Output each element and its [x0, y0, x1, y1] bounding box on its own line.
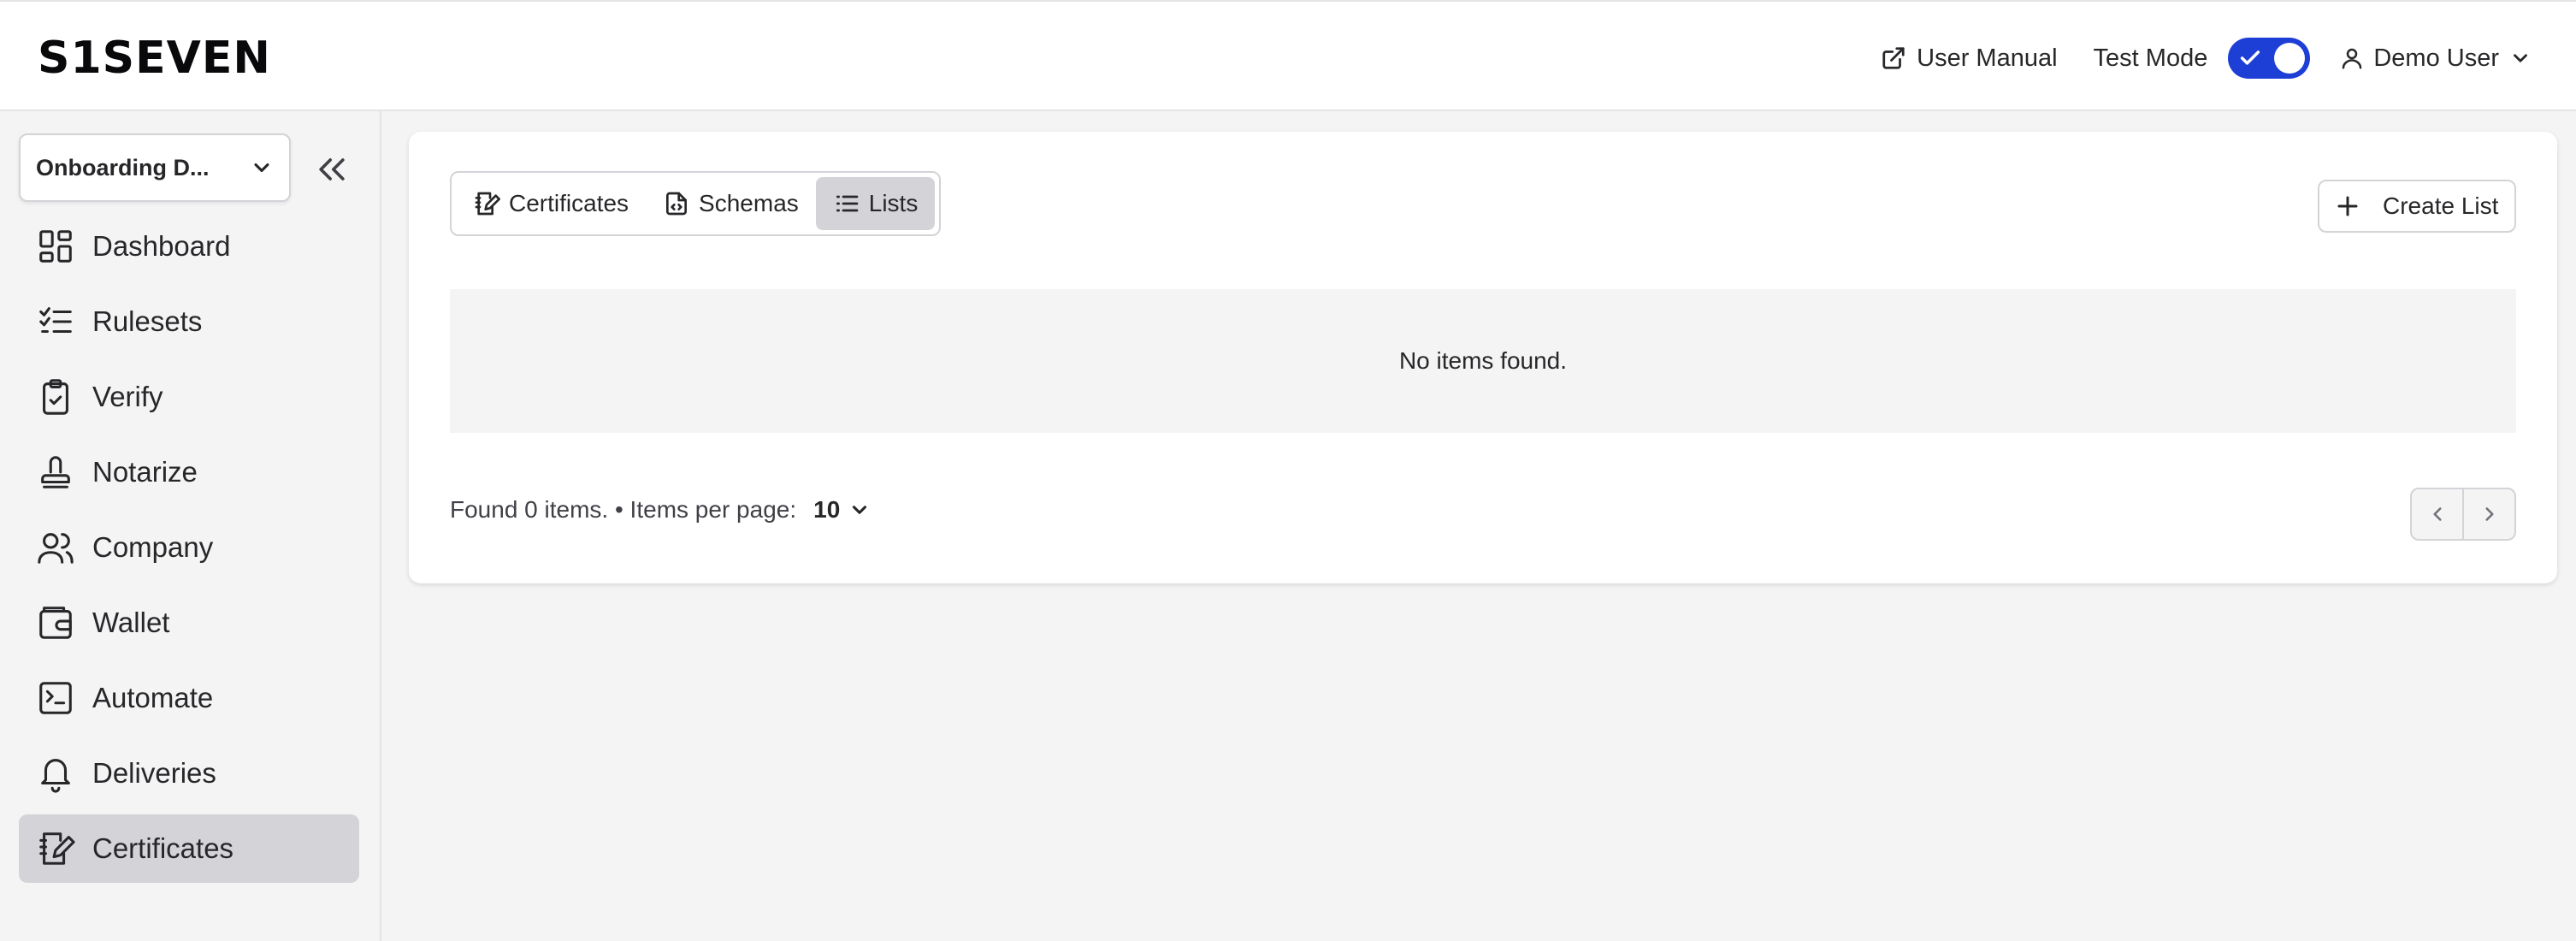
sidebar-item-label: Rulesets — [92, 305, 203, 337]
user-icon — [2343, 48, 2362, 69]
toggle-knob — [2274, 43, 2306, 74]
clipboard-check-icon — [43, 379, 68, 415]
sidebar: Onboarding D... Dashboard Rulesets Verif… — [0, 111, 381, 941]
chevron-right-icon — [2484, 507, 2494, 521]
found-items-text: Found 0 items. • Items per page: — [450, 496, 797, 523]
user-name: Demo User — [2373, 44, 2499, 72]
sidebar-item-label: Automate — [92, 682, 214, 713]
create-list-label: Create List — [2383, 192, 2499, 219]
chevron-left-icon — [2432, 507, 2442, 521]
organization-select[interactable]: Onboarding D... — [19, 133, 291, 202]
organization-name: Onboarding D... — [36, 154, 210, 181]
lists-card: Certificates Schemas Lists Create List N… — [409, 132, 2557, 583]
top-bar: S1SEVEN User Manual Test Mode Demo User — [0, 0, 2576, 111]
collapse-sidebar-icon[interactable] — [313, 151, 351, 188]
wallet-icon — [39, 607, 72, 639]
sidebar-item-automate[interactable]: Automate — [19, 664, 359, 732]
tab-label: Lists — [868, 190, 919, 216]
pagination-summary: Found 0 items. • Items per page: 10 — [450, 491, 871, 529]
sidebar-item-label: Certificates — [92, 832, 234, 864]
sidebar-item-rulesets[interactable]: Rulesets — [19, 287, 359, 356]
terminal-icon — [39, 682, 72, 714]
tab-schemas[interactable]: Schemas — [646, 177, 816, 230]
chevron-down-icon — [2514, 54, 2527, 62]
create-list-button[interactable]: Create List — [2318, 180, 2516, 233]
dashboard-icon — [39, 230, 72, 263]
sidebar-item-dashboard[interactable]: Dashboard — [19, 212, 359, 281]
bell-icon — [41, 759, 70, 793]
external-link-icon — [1882, 47, 1905, 69]
app-logo[interactable]: S1SEVEN — [38, 33, 271, 84]
previous-page-button[interactable] — [2412, 489, 2462, 539]
users-icon — [38, 533, 74, 564]
items-per-page-value: 10 — [813, 496, 841, 523]
tab-lists[interactable]: Lists — [815, 177, 936, 230]
tab-label: Schemas — [699, 190, 799, 216]
next-page-button[interactable] — [2462, 489, 2514, 539]
items-per-page-select[interactable]: 10 — [813, 496, 871, 524]
document-code-icon — [666, 192, 688, 216]
checklist-icon — [39, 307, 72, 334]
top-right-controls: User Manual Test Mode Demo User — [1881, 34, 2532, 82]
sidebar-nav: Dashboard Rulesets Verify Notarize Compa… — [19, 212, 359, 890]
chevron-down-icon — [853, 506, 867, 514]
sidebar-item-wallet[interactable]: Wallet — [19, 589, 359, 657]
empty-state: No items found. — [450, 289, 2516, 433]
empty-message: No items found. — [1398, 347, 1568, 374]
stamp-icon — [41, 456, 70, 488]
user-manual-link[interactable]: User Manual — [1881, 44, 2058, 73]
certificate-icon — [39, 832, 75, 865]
sidebar-item-label: Company — [92, 531, 214, 563]
test-mode-label: Test Mode — [2093, 44, 2208, 72]
sidebar-item-label: Deliveries — [92, 757, 216, 789]
section-tabs: Certificates Schemas Lists — [450, 171, 942, 236]
sidebar-item-label: Notarize — [92, 456, 198, 488]
sidebar-item-notarize[interactable]: Notarize — [19, 438, 359, 506]
plus-icon — [2337, 196, 2358, 216]
sidebar-item-label: Verify — [92, 381, 163, 412]
tab-certificates[interactable]: Certificates — [456, 177, 646, 230]
test-mode-toggle[interactable] — [2228, 38, 2311, 79]
sidebar-item-verify[interactable]: Verify — [19, 363, 359, 431]
tab-label: Certificates — [509, 190, 629, 216]
certificate-icon — [475, 192, 500, 216]
sidebar-item-label: Dashboard — [92, 230, 231, 262]
sidebar-item-company[interactable]: Company — [19, 513, 359, 582]
sidebar-item-label: Wallet — [92, 607, 170, 638]
pagination-controls — [2410, 488, 2516, 541]
sidebar-item-certificates[interactable]: Certificates — [19, 814, 359, 883]
check-icon — [2241, 50, 2260, 65]
user-manual-label: User Manual — [1917, 44, 2058, 72]
list-icon — [836, 195, 859, 212]
user-menu[interactable]: Demo User — [2339, 44, 2532, 73]
chevron-down-icon — [254, 163, 269, 173]
sidebar-item-deliveries[interactable]: Deliveries — [19, 739, 359, 808]
